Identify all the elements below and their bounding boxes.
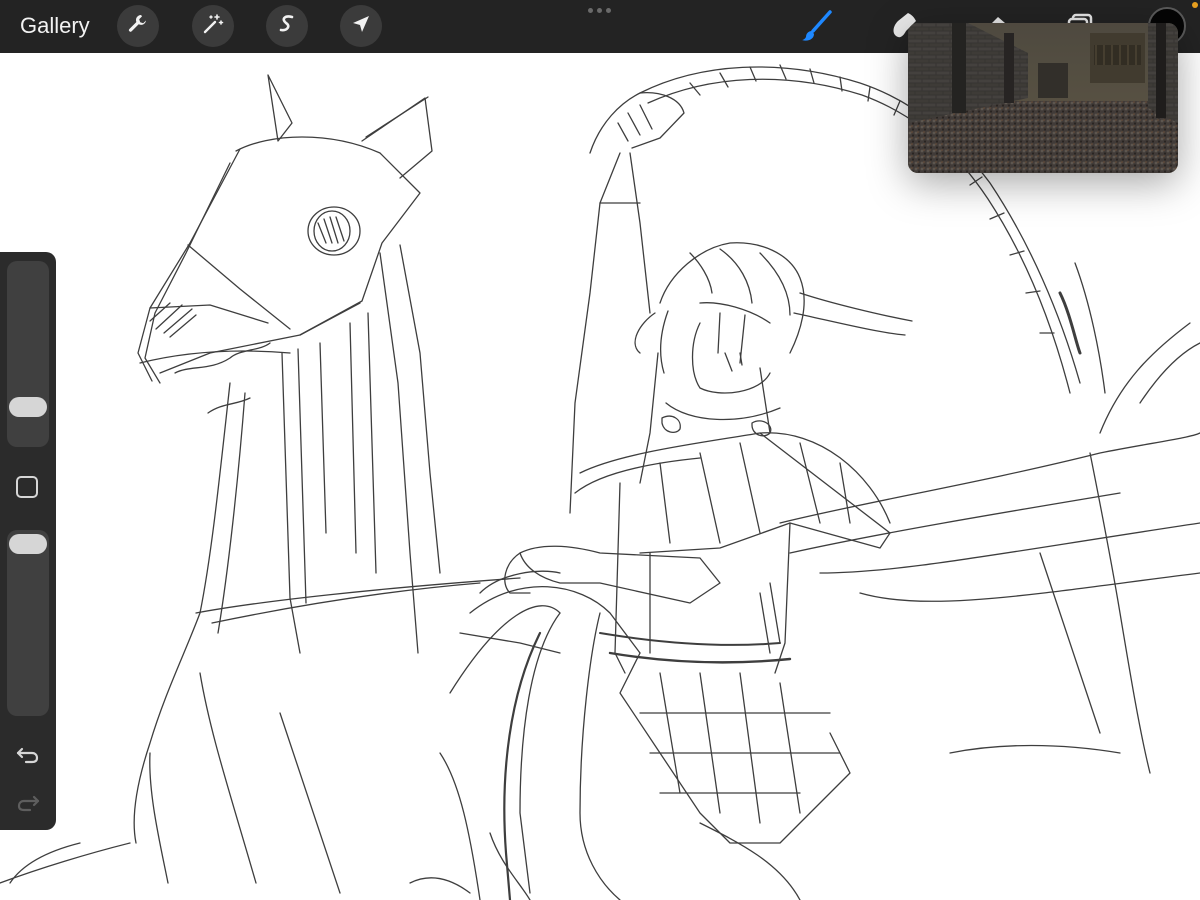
actions-button[interactable] [117, 5, 159, 47]
opacity-thumb[interactable] [9, 534, 47, 554]
brush-size-slider[interactable] [7, 261, 49, 447]
status-dot [1192, 2, 1198, 8]
selection-button[interactable] [266, 5, 308, 47]
wrench-icon [126, 12, 150, 41]
drag-handle[interactable] [588, 8, 611, 13]
opacity-slider[interactable] [7, 530, 49, 716]
redo-icon [14, 795, 42, 820]
gallery-button[interactable]: Gallery [20, 13, 90, 39]
transform-button[interactable] [340, 5, 382, 47]
brush-icon [800, 10, 834, 47]
brush-size-thumb[interactable] [9, 397, 47, 417]
undo-button[interactable] [14, 740, 42, 768]
undo-icon [14, 747, 42, 772]
modify-button[interactable] [16, 476, 38, 498]
selection-s-icon [275, 12, 299, 41]
sidebar [0, 252, 56, 830]
drawing-canvas[interactable] [0, 53, 1200, 900]
adjustments-button[interactable] [192, 5, 234, 47]
brush-button[interactable] [800, 9, 834, 43]
magic-wand-icon [201, 12, 225, 41]
redo-button[interactable] [14, 788, 42, 816]
reference-window[interactable] [908, 23, 1178, 173]
arrow-cursor-icon [349, 12, 373, 41]
sketch-drawing [0, 64, 1200, 900]
reference-image [908, 23, 1178, 173]
